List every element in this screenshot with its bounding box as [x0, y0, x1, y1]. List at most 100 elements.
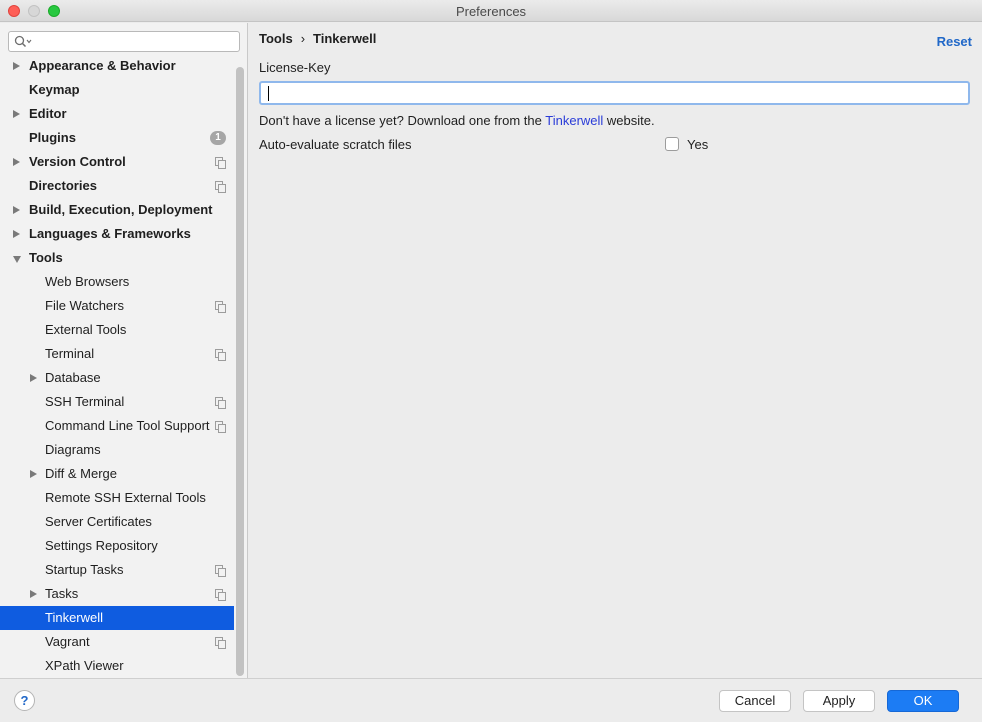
breadcrumb-current: Tinkerwell [313, 31, 377, 46]
settings-content-panel: Tools › Tinkerwell Reset License-Key Don't… [249, 23, 982, 678]
expand-right-arrow-icon[interactable] [30, 374, 37, 382]
sidebar-item-remote-ssh-external-tools[interactable]: Remote SSH External Tools [0, 486, 234, 510]
expand-right-arrow-icon[interactable] [13, 110, 20, 118]
project-scope-icon [215, 181, 226, 193]
project-scope-icon [215, 397, 226, 409]
sidebar-item-label: Appearance & Behavior [29, 58, 176, 73]
expand-right-arrow-icon[interactable] [13, 230, 20, 238]
sidebar-item-startup-tasks[interactable]: Startup Tasks [0, 558, 234, 582]
expand-down-arrow-icon[interactable] [13, 256, 21, 263]
sidebar-item-label: Tools [29, 250, 63, 265]
sidebar-item-label: Vagrant [45, 634, 90, 649]
project-scope-icon [215, 589, 226, 601]
sidebar-item-version-control[interactable]: Version Control [0, 150, 234, 174]
sidebar-item-diagrams[interactable]: Diagrams [0, 438, 234, 462]
project-scope-icon [215, 349, 226, 361]
sidebar-item-label: External Tools [45, 322, 127, 337]
plugins-update-badge: 1 [210, 131, 226, 145]
title-bar[interactable]: Preferences [0, 0, 982, 22]
sidebar-item-xpath-viewer[interactable]: XPath Viewer [0, 654, 234, 678]
sidebar-item-label: SSH Terminal [45, 394, 125, 409]
sidebar-item-diff-merge[interactable]: Diff & Merge [0, 462, 234, 486]
project-scope-icon [215, 637, 226, 649]
auto-evaluate-checkbox[interactable] [665, 137, 679, 151]
expand-right-arrow-icon[interactable] [13, 206, 20, 214]
sidebar-item-label: Plugins [29, 130, 76, 145]
apply-button[interactable]: Apply [803, 690, 875, 712]
sidebar-item-settings-repository[interactable]: Settings Repository [0, 534, 234, 558]
settings-sidebar: Appearance & Behavior Keymap Editor Plugins… [0, 23, 248, 678]
tinkerwell-website-link[interactable]: Tinkerwell [545, 113, 603, 128]
sidebar-item-label: Keymap [29, 82, 80, 97]
license-key-input[interactable] [259, 81, 970, 105]
sidebar-item-keymap[interactable]: Keymap [0, 78, 234, 102]
breadcrumb-parent[interactable]: Tools [259, 31, 293, 46]
auto-evaluate-option-label[interactable]: Yes [687, 137, 708, 152]
hint-suffix: website. [606, 113, 655, 128]
cancel-button[interactable]: Cancel [719, 690, 791, 712]
sidebar-item-appearance-behavior[interactable]: Appearance & Behavior [0, 54, 234, 78]
project-scope-icon [215, 421, 226, 433]
sidebar-scrollbar[interactable] [236, 67, 244, 676]
expand-right-arrow-icon[interactable] [30, 590, 37, 598]
sidebar-item-label: Build, Execution, Deployment [29, 202, 213, 217]
ok-button[interactable]: OK [887, 690, 959, 712]
sidebar-item-languages-frameworks[interactable]: Languages & Frameworks [0, 222, 234, 246]
text-caret [268, 86, 269, 101]
hint-prefix: Don't have a license yet? Download one f… [259, 113, 542, 128]
sidebar-item-label: Diagrams [45, 442, 101, 457]
sidebar-item-database[interactable]: Database [0, 366, 234, 390]
sidebar-item-label: Remote SSH External Tools [45, 490, 206, 505]
sidebar-item-tools[interactable]: Tools [0, 246, 234, 270]
project-scope-icon [215, 157, 226, 169]
settings-tree: Appearance & Behavior Keymap Editor Plugins… [0, 54, 234, 678]
settings-search-input[interactable] [8, 31, 240, 52]
breadcrumb-separator: › [300, 31, 306, 46]
sidebar-item-label: XPath Viewer [45, 658, 124, 673]
sidebar-item-command-line-tool-support[interactable]: Command Line Tool Support [0, 414, 234, 438]
breadcrumb: Tools › Tinkerwell [259, 31, 376, 46]
sidebar-item-vagrant[interactable]: Vagrant [0, 630, 234, 654]
sidebar-item-editor[interactable]: Editor [0, 102, 234, 126]
sidebar-item-tasks[interactable]: Tasks [0, 582, 234, 606]
sidebar-item-terminal[interactable]: Terminal [0, 342, 234, 366]
dialog-footer: ? Cancel Apply OK [0, 678, 982, 722]
expand-right-arrow-icon[interactable] [13, 158, 20, 166]
reset-link[interactable]: Reset [937, 34, 972, 49]
sidebar-item-build-execution-deployment[interactable]: Build, Execution, Deployment [0, 198, 234, 222]
help-button[interactable]: ? [14, 690, 35, 711]
sidebar-item-ssh-terminal[interactable]: SSH Terminal [0, 390, 234, 414]
sidebar-item-server-certificates[interactable]: Server Certificates [0, 510, 234, 534]
license-hint: Don't have a license yet? Download one f… [259, 113, 655, 128]
sidebar-item-label: Languages & Frameworks [29, 226, 191, 241]
preferences-window: Preferences Appearance & Behavior Keymap E… [0, 0, 982, 722]
sidebar-item-label: Web Browsers [45, 274, 130, 289]
window-title: Preferences [455, 4, 527, 19]
sidebar-item-label: Directories [29, 178, 97, 193]
auto-evaluate-label: Auto-evaluate scratch files [259, 137, 412, 152]
sidebar-item-label: Startup Tasks [45, 562, 124, 577]
sidebar-item-external-tools[interactable]: External Tools [0, 318, 234, 342]
expand-right-arrow-icon[interactable] [30, 470, 37, 478]
sidebar-item-directories[interactable]: Directories [0, 174, 234, 198]
sidebar-item-label: File Watchers [45, 298, 124, 313]
sidebar-item-label: Terminal [45, 346, 95, 361]
sidebar-item-label: Editor [29, 106, 67, 121]
sidebar-item-label: Tasks [45, 586, 79, 601]
sidebar-item-label: Server Certificates [45, 514, 152, 529]
license-key-label: License-Key [259, 60, 331, 75]
sidebar-item-file-watchers[interactable]: File Watchers [0, 294, 234, 318]
search-icon[interactable] [14, 35, 32, 49]
sidebar-item-label: Command Line Tool Support [45, 418, 210, 433]
expand-right-arrow-icon[interactable] [13, 62, 20, 70]
project-scope-icon [215, 301, 226, 313]
sidebar-item-label: Database [45, 370, 101, 385]
sidebar-item-label: Settings Repository [45, 538, 158, 553]
sidebar-item-label: Diff & Merge [45, 466, 118, 481]
sidebar-item-tinkerwell[interactable]: Tinkerwell [0, 606, 234, 630]
sidebar-item-web-browsers[interactable]: Web Browsers [0, 270, 234, 294]
sidebar-item-plugins[interactable]: Plugins 1 [0, 126, 234, 150]
sidebar-item-label: Version Control [29, 154, 126, 169]
sidebar-item-label: Tinkerwell [45, 610, 104, 625]
project-scope-icon [215, 565, 226, 577]
